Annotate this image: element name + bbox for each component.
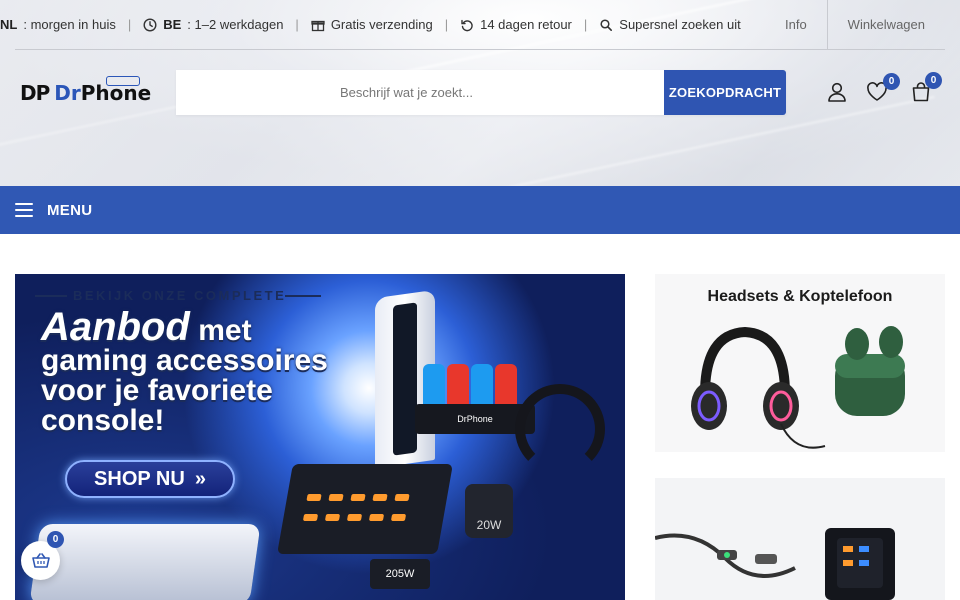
charging-station-illustration <box>29 524 261 600</box>
floating-cart-count: 0 <box>47 531 64 548</box>
logo-mark: DP <box>20 81 50 105</box>
search-bar: ZOEKOPDRACHT <box>176 70 786 115</box>
fast-search-text: Supersnel zoeken uit <box>619 17 741 32</box>
hamburger-icon[interactable] <box>15 203 33 217</box>
separator: | <box>295 17 299 32</box>
gift-icon <box>311 18 325 32</box>
chargers-banner[interactable] <box>655 478 945 600</box>
account-icon[interactable] <box>825 80 849 104</box>
separator: | <box>127 17 132 32</box>
returns: 14 dagen retour <box>460 17 572 32</box>
headline-line3: voor je favoriete <box>41 374 273 407</box>
delivery-be: BE : 1–2 werkdagen <box>143 17 283 32</box>
double-chevron-icon: » <box>194 467 206 490</box>
be-label: BE <box>163 17 182 32</box>
search-button[interactable]: ZOEKOPDRACHT <box>664 70 786 115</box>
menu-label[interactable]: MENU <box>47 202 92 219</box>
free-shipping: Gratis verzending <box>311 17 433 32</box>
cart-link[interactable]: Winkelwagen <box>826 0 945 49</box>
be-text: : 1–2 werkdagen <box>187 17 284 32</box>
plug-label: 20W <box>476 518 502 532</box>
charger-label: 205W <box>385 568 415 580</box>
logo-word-prefix: Dr <box>54 81 81 105</box>
headphones-illustration <box>515 384 605 474</box>
divider <box>15 49 945 50</box>
search-icon <box>599 18 613 32</box>
cta-label: SHOP NU <box>94 467 185 490</box>
headsets-banner[interactable]: Headsets & Koptelefoon <box>655 274 945 452</box>
shipping-text: Gratis verzending <box>330 17 433 32</box>
hero-banner[interactable]: BEKIJK ONZE COMPLETE Aanbod met gaming a… <box>15 274 625 600</box>
kicker-line-left <box>35 295 67 297</box>
delivery-nl: NL : morgen in huis <box>0 17 116 32</box>
nl-text: : morgen in huis <box>23 17 116 32</box>
headline-line1: met <box>189 314 252 347</box>
kicker-line-right <box>285 295 321 297</box>
top-links: Info Winkelwagen <box>765 0 945 49</box>
cables-product-image <box>655 528 895 600</box>
site-logo[interactable]: DP DrPhone <box>20 76 151 108</box>
returns-text: 14 dagen retour <box>480 17 572 32</box>
hero-headline: Aanbod met gaming accessoires voor je fa… <box>41 307 341 437</box>
separator: | <box>444 17 449 32</box>
power-bank-illustration: 205W <box>370 559 430 589</box>
floating-cart-button[interactable]: 0 <box>21 531 64 580</box>
headline-emphasis: Aanbod <box>41 305 190 349</box>
logo-badge <box>106 76 140 86</box>
hero-kicker: BEKIJK ONZE COMPLETE <box>73 288 287 303</box>
separator: | <box>583 17 588 32</box>
wishlist-count-badge: 0 <box>883 73 900 90</box>
return-icon <box>460 18 474 32</box>
headline-line2: gaming accessoires <box>41 344 328 377</box>
usb-charger-illustration <box>277 464 453 554</box>
wall-plug-illustration: 20W <box>465 484 513 538</box>
headsets-title: Headsets & Koptelefoon <box>707 288 893 305</box>
headset-product-image <box>691 326 905 449</box>
nl-label: NL <box>0 17 18 32</box>
headline-line4: console! <box>41 404 165 437</box>
clock-icon <box>143 17 157 32</box>
basket-icon <box>31 552 50 568</box>
cart-count-badge: 0 <box>925 72 942 89</box>
shop-now-button[interactable]: SHOP NU » <box>65 460 235 498</box>
fast-search: Supersnel zoeken uit <box>599 17 741 32</box>
menu-bar[interactable]: MENU <box>0 186 960 234</box>
search-input[interactable] <box>176 70 664 115</box>
info-link[interactable]: Info <box>765 0 827 49</box>
